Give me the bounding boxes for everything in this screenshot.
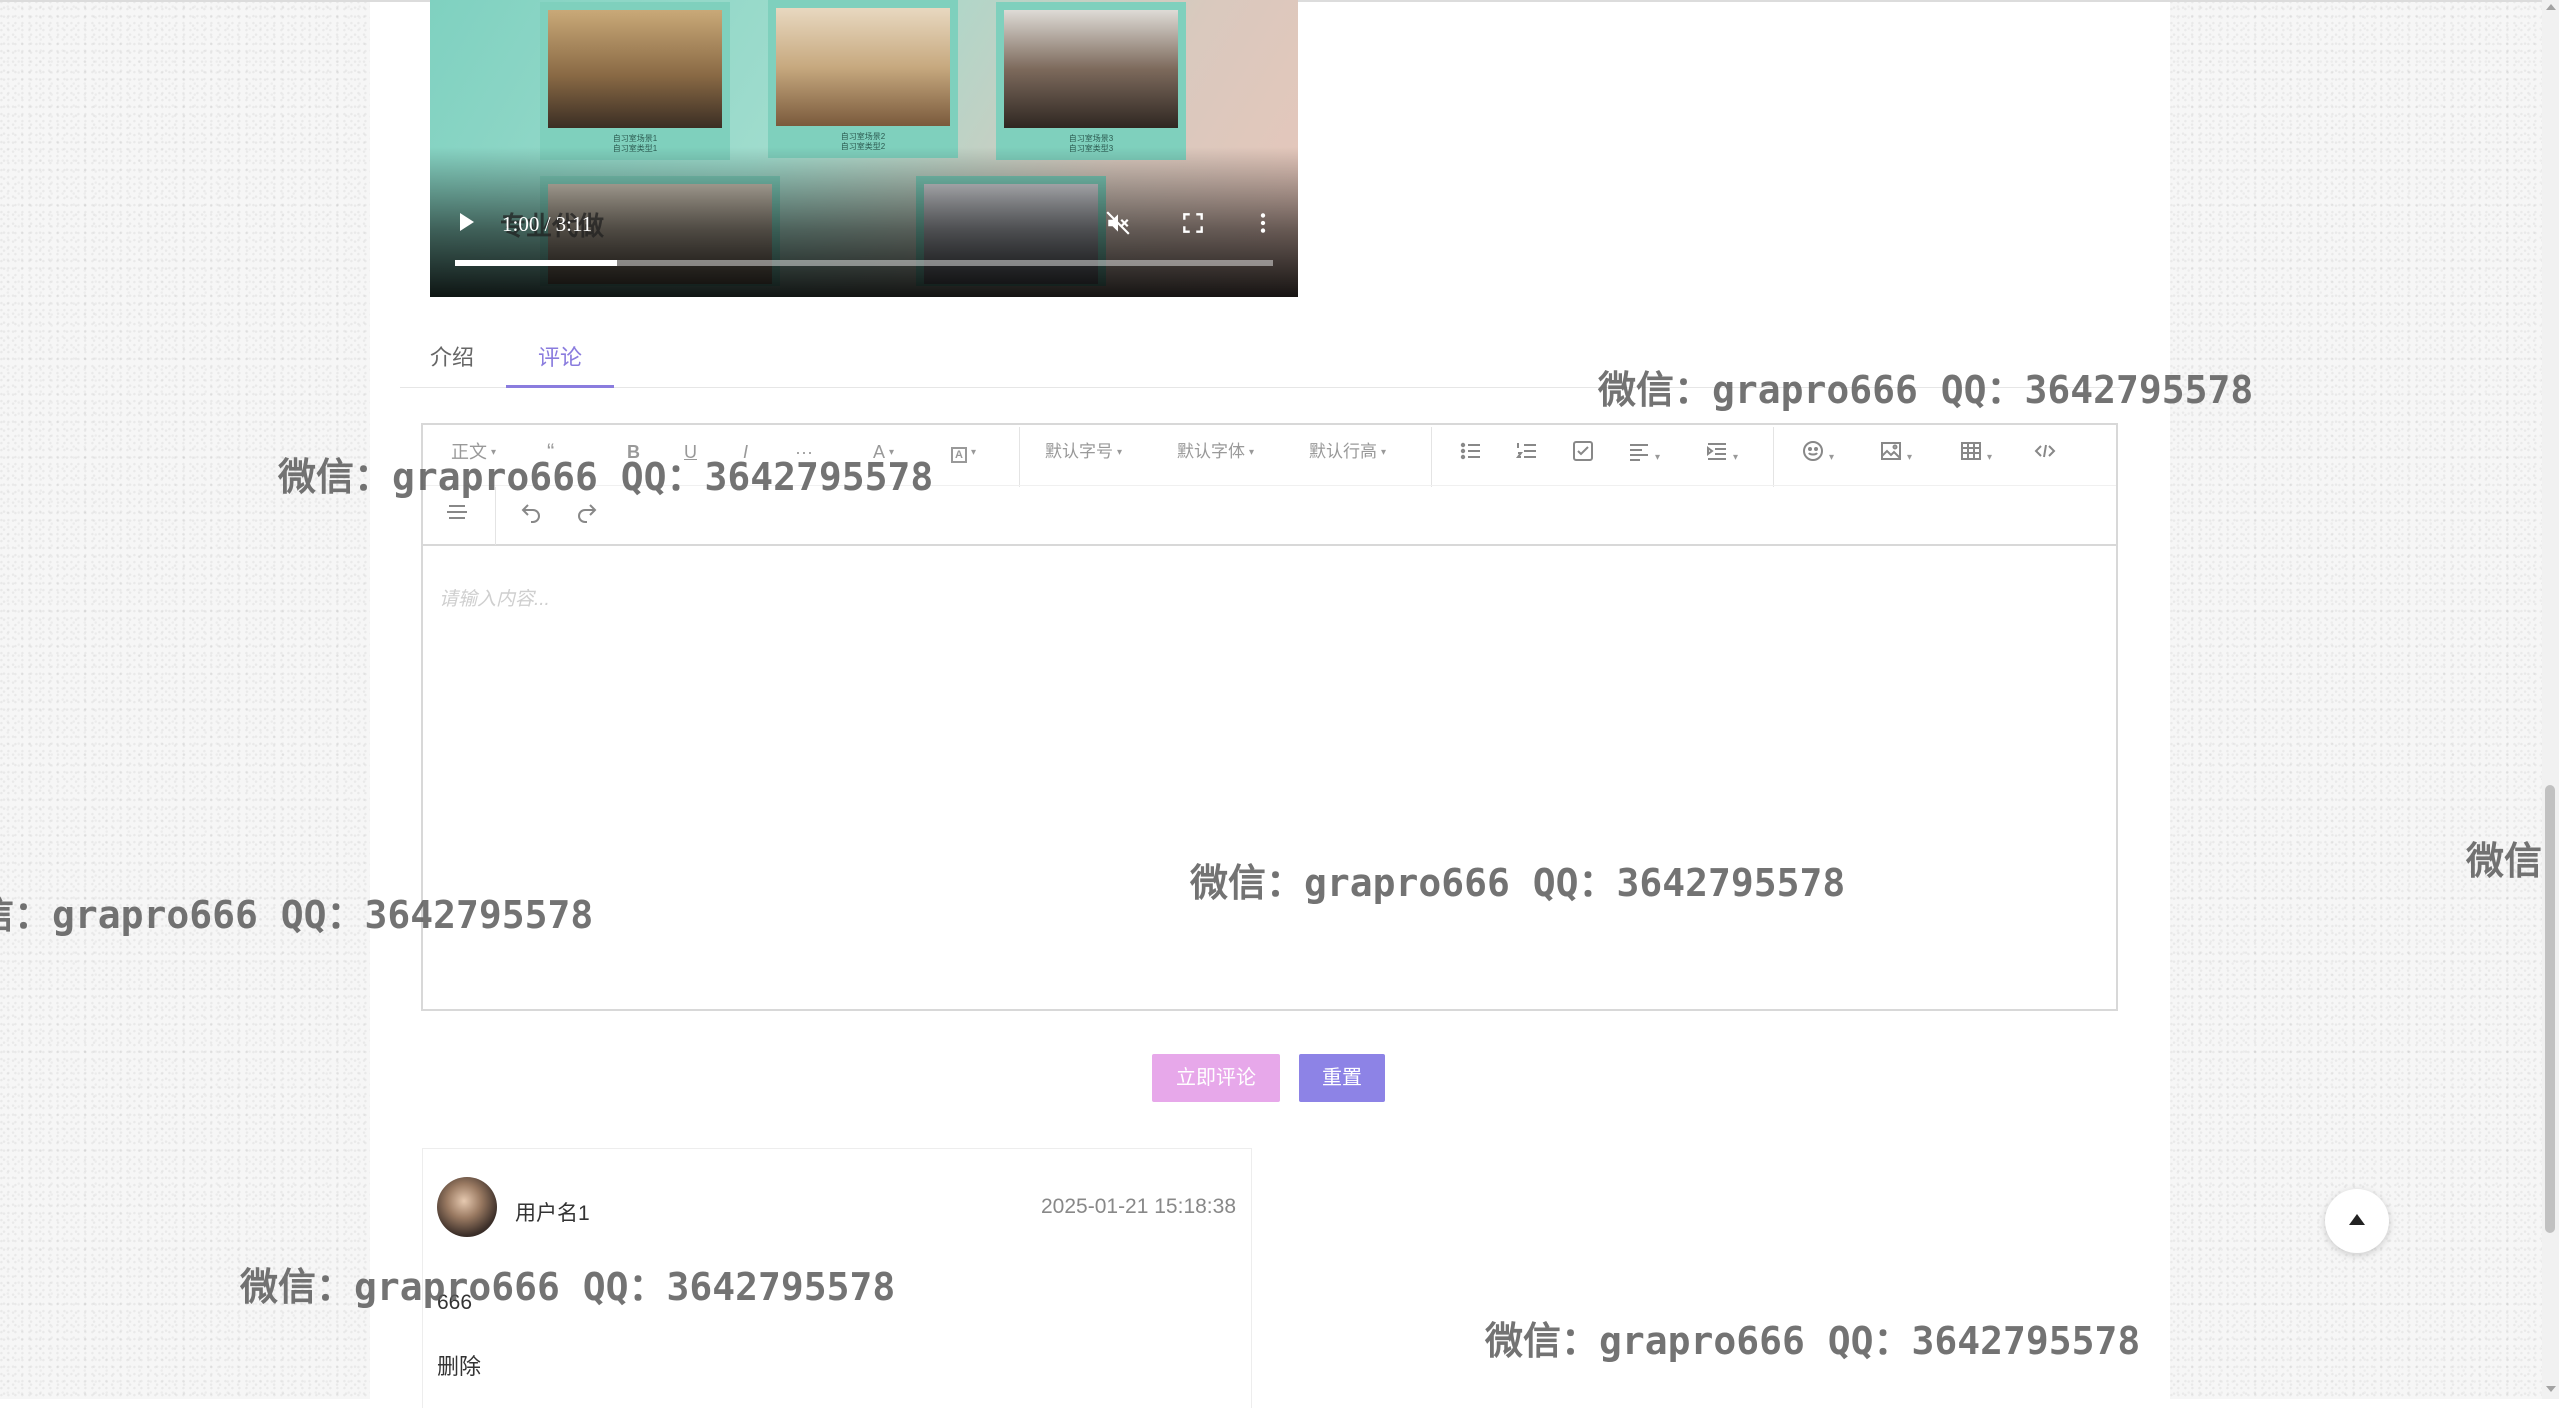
- submit-comment-button[interactable]: 立即评论: [1152, 1054, 1280, 1102]
- more-options-icon[interactable]: [1250, 210, 1276, 236]
- bullet-list-icon[interactable]: [1459, 439, 1483, 465]
- background-color-icon[interactable]: A ▾: [951, 439, 976, 465]
- scroll-down-arrow-icon[interactable]: [2546, 1386, 2556, 1392]
- tab-comment[interactable]: 评论: [506, 340, 614, 388]
- font-family-select[interactable]: 默认字体 ▾: [1177, 439, 1254, 465]
- background-left: [0, 0, 370, 1399]
- arrow-up-icon: [2349, 1214, 2365, 1225]
- line-height-label: 默认行高: [1309, 442, 1377, 461]
- video-progress-fill: [455, 260, 617, 266]
- back-to-top-button[interactable]: [2325, 1189, 2389, 1253]
- comment-username: 用户名1: [515, 1202, 590, 1225]
- todo-checkbox-icon[interactable]: [1571, 439, 1595, 465]
- indent-icon[interactable]: ▾: [1705, 439, 1738, 465]
- chevron-down-icon: ▾: [1381, 446, 1387, 458]
- video-progress-bar[interactable]: [455, 260, 1273, 266]
- code-icon[interactable]: [2033, 439, 2057, 465]
- avatar: [437, 1177, 497, 1237]
- editor-placeholder: 请输入内容...: [439, 589, 550, 610]
- toolbar-divider: [1019, 427, 1020, 487]
- video-photo-card: 自习室场景3自习室类型3: [996, 2, 1186, 160]
- study-room-photo: [776, 8, 950, 126]
- toolbar-divider: [1773, 427, 1774, 487]
- table-icon[interactable]: ▾: [1959, 439, 1992, 465]
- watermark: 微信：grapro666 QQ：3642795578: [0, 893, 594, 937]
- fullscreen-icon[interactable]: [1180, 210, 1206, 236]
- divider-line-icon[interactable]: [445, 500, 469, 526]
- watermark: 微信：grapro666 QQ：3642795578: [1485, 1319, 2141, 1363]
- study-room-photo: [548, 10, 722, 128]
- mute-icon[interactable]: [1105, 210, 1131, 236]
- video-photo-card: 自习室场景1自习室类型1: [540, 2, 730, 160]
- delete-comment-link[interactable]: 删除: [437, 1349, 481, 1381]
- video-time: 1:00 / 3:11: [502, 212, 593, 236]
- font-size-label: 默认字号: [1045, 442, 1113, 461]
- numbered-list-icon[interactable]: [1515, 439, 1539, 465]
- reset-button[interactable]: 重置: [1299, 1054, 1385, 1102]
- comment-editor: 正文 ▾ “ B U I ··· A ▾ A ▾ 默认字号 ▾ 默认字体 ▾ 默认行高 ▾ …: [421, 423, 2118, 1011]
- study-room-photo: [1004, 10, 1178, 128]
- scroll-up-arrow-icon[interactable]: [2546, 4, 2556, 10]
- redo-icon[interactable]: [575, 500, 599, 526]
- line-height-select[interactable]: 默认行高 ▾: [1309, 439, 1386, 465]
- font-size-select[interactable]: 默认字号 ▾: [1045, 439, 1122, 465]
- watermark: 微信：grapro666 QQ：3642795578: [1190, 861, 1846, 905]
- watermark: 微信：grapro666 QQ：3642795578: [278, 455, 934, 499]
- watermark: 微信：grapro666 QQ：3642795578: [240, 1265, 896, 1309]
- video-photo-card: 自习室场景2自习室类型2: [768, 0, 958, 158]
- toolbar-divider: [1431, 427, 1432, 487]
- watermark: 微信：grapro666 QQ：3642795578: [1598, 368, 2254, 412]
- editor-content-area[interactable]: 请输入内容...: [423, 546, 2116, 1009]
- emoji-icon[interactable]: ▾: [1801, 439, 1834, 465]
- undo-icon[interactable]: [519, 500, 543, 526]
- align-icon[interactable]: ▾: [1627, 439, 1660, 465]
- chevron-down-icon: ▾: [1117, 446, 1123, 458]
- image-icon[interactable]: ▾: [1879, 439, 1912, 465]
- chevron-down-icon: ▾: [1249, 446, 1255, 458]
- tab-intro[interactable]: 介绍: [430, 340, 474, 372]
- video-player[interactable]: 自习室场景1自习室类型1 自习室场景2自习室类型2 自习室场景3自习室类型3 专…: [430, 0, 1298, 297]
- font-family-label: 默认字体: [1177, 442, 1245, 461]
- scrollbar-thumb[interactable]: [2545, 785, 2555, 1233]
- comment-time: 2025-01-21 15:18:38: [1041, 1195, 1236, 1218]
- play-icon[interactable]: [460, 213, 474, 231]
